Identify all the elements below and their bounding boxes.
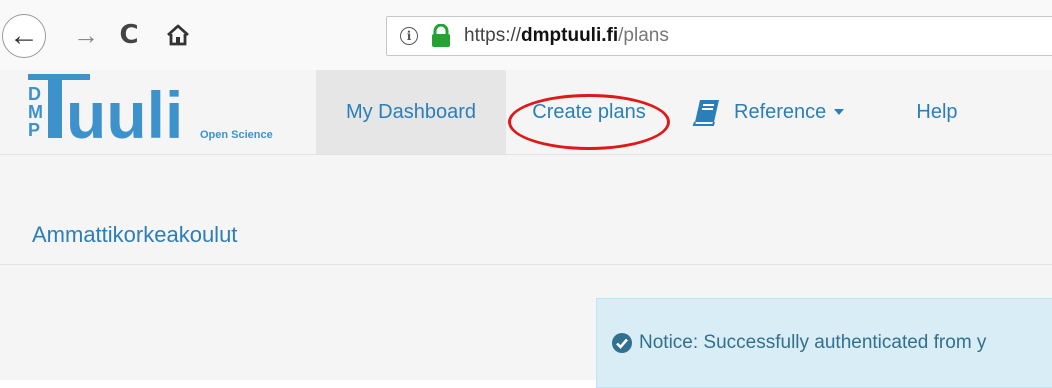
logo-wordmark: uuli: [66, 78, 183, 152]
home-icon: [167, 24, 189, 46]
address-bar[interactable]: i https://dmptuuli.fi/plans: [386, 16, 1052, 56]
info-icon[interactable]: i: [400, 27, 418, 45]
logo-letter-m: M: [28, 102, 43, 122]
notice-alert: Notice: Successfully authenticated from …: [596, 298, 1052, 388]
site-page: D M P uuli Open Science My Dashboard Cre…: [0, 70, 1052, 388]
lock-icon[interactable]: [430, 24, 452, 48]
home-button[interactable]: [160, 18, 196, 52]
header-divider: [0, 154, 1052, 155]
url-domain: dmptuuli.fi: [521, 25, 619, 46]
nav-reference-dropdown[interactable]: Reference: [692, 70, 882, 154]
url-text[interactable]: https://dmptuuli.fi/plans: [464, 25, 669, 47]
nav-my-dashboard[interactable]: My Dashboard: [316, 70, 506, 154]
forward-button[interactable]: →: [68, 18, 104, 52]
nav-reference-label: Reference: [734, 100, 827, 123]
organization-divider: [0, 264, 1052, 265]
reload-button[interactable]: C: [112, 18, 146, 52]
nav-help-label: Help: [916, 100, 958, 123]
nav-help[interactable]: Help: [902, 70, 972, 154]
book-icon: [692, 100, 719, 126]
logo-tagline: Open Science: [200, 129, 273, 141]
check-circle-icon: [612, 333, 632, 353]
nav-create-plans[interactable]: Create plans: [518, 70, 660, 154]
nav-my-dashboard-label: My Dashboard: [345, 100, 477, 123]
back-button[interactable]: ←: [2, 14, 46, 58]
logo-letter-p: P: [28, 120, 40, 140]
url-path: /plans: [618, 25, 669, 46]
caret-down-icon: [834, 109, 845, 115]
browser-toolbar: ← → C i https://dmptuuli.fi/plans: [0, 0, 1052, 70]
back-icon: ←: [9, 19, 39, 52]
logo-letter-d: D: [28, 84, 41, 104]
forward-icon: →: [73, 19, 99, 50]
reload-icon: C: [119, 20, 139, 50]
site-logo[interactable]: D M P uuli Open Science: [26, 70, 296, 154]
nav-create-plans-label: Create plans: [532, 100, 646, 123]
organization-title: Ammattikorkeakoulut: [32, 222, 238, 247]
notice-text: Notice: Successfully authenticated from …: [639, 332, 987, 353]
url-prefix: https://: [464, 25, 522, 46]
